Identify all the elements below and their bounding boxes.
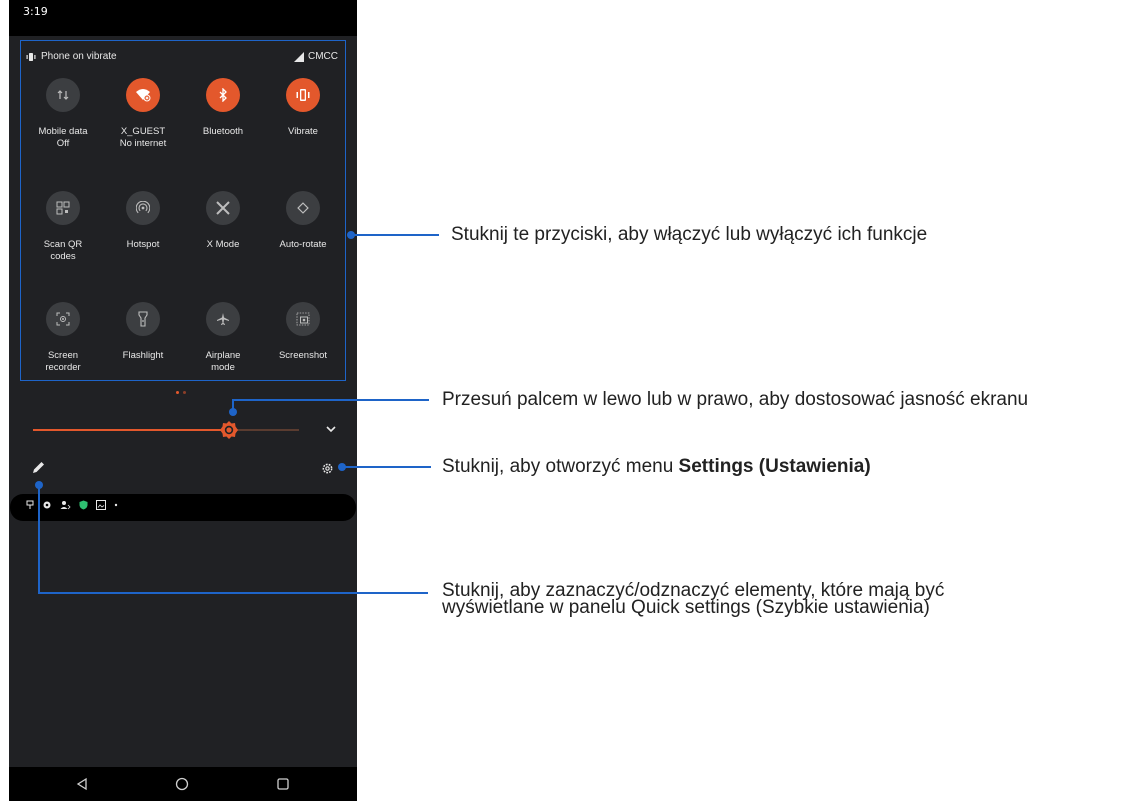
tile-label-2: No internet [119,138,167,149]
brightness-track-empty [229,429,299,431]
tile-mobile-data[interactable]: Mobile data Off [28,78,98,150]
status-time: 3:19 [23,5,48,18]
tile-label-1: X Mode [206,239,240,250]
brightness-slider-thumb[interactable] [220,421,238,439]
vibrate-status-icon [26,52,36,61]
page-dot [183,391,186,394]
tile-vibrate[interactable]: Vibrate [268,78,338,138]
tile-label-1: Screen [47,350,79,361]
tile-scan-qr[interactable]: Scan QR codes [28,191,98,263]
callout-line [232,399,429,401]
tile-wifi[interactable]: X_GUEST No internet [108,78,178,150]
tile-label-2: mode [211,362,235,373]
page-dot [176,391,179,394]
tile-auto-rotate[interactable]: Auto-rotate [268,191,338,251]
tile-x-mode[interactable]: X Mode [188,191,258,251]
bluetooth-icon [206,78,240,112]
gear-icon [43,501,51,509]
tile-label-1: Airplane [205,350,241,361]
tile-label-1: Screenshot [278,350,328,361]
callout-edit-line-2: wyświetlane w panelu Quick settings (Szy… [442,597,930,618]
shield-icon [79,500,88,510]
user-sync-icon [60,501,71,510]
callout-settings-text: Stuknij, aby otworzyć menu Settings (Ust… [442,456,871,477]
tile-label-2: recorder [45,362,81,373]
x-mode-icon [206,191,240,225]
tile-hotspot[interactable]: Hotspot [108,191,178,251]
tile-label-1: X_GUEST [120,126,166,137]
tile-label-1: Auto-rotate [279,239,327,250]
callout-brightness-text: Przesuń palcem w lewo lub w prawo, aby d… [442,389,1029,410]
callout-line [232,400,234,412]
tile-flashlight[interactable]: Flashlight [108,302,178,362]
back-icon[interactable] [75,777,89,791]
mobile-data-icon [46,78,80,112]
edit-pencil-icon[interactable] [30,460,46,476]
tile-label-1: Bluetooth [202,126,244,137]
home-icon[interactable] [175,777,189,791]
hotspot-icon [126,191,160,225]
callout-line [351,234,439,236]
carrier-status: CMCC [294,51,338,62]
signal-icon [294,51,304,62]
auto-rotate-icon [286,191,320,225]
vibrate-icon [286,78,320,112]
settings-gear-icon[interactable] [321,462,334,475]
qr-code-icon [46,191,80,225]
tile-label-2: codes [50,251,76,262]
vibrate-status-text: Phone on vibrate [41,51,117,62]
callout-line [38,592,428,594]
callout-settings-prefix: Stuknij, aby otworzyć menu [442,456,679,477]
tile-airplane-mode[interactable]: Airplane mode [188,302,258,374]
tile-label-1: Hotspot [126,239,160,250]
brightness-track-filled [33,429,229,431]
screenshot-icon [286,302,320,336]
recents-icon[interactable] [276,777,290,791]
carrier-name: CMCC [308,51,338,62]
tile-bluetooth[interactable]: Bluetooth [188,78,258,138]
screen-recorder-icon [46,302,80,336]
tile-label-1: Scan QR [43,239,83,250]
callout-tiles-text: Stuknij te przyciski, aby włączyć lub wy… [451,224,928,245]
callout-line [342,466,431,468]
tile-screen-recorder[interactable]: Screen recorder [28,302,98,374]
vibrate-status: Phone on vibrate [26,51,117,62]
tile-label-1: Vibrate [288,126,318,137]
more-dot-icon [114,503,118,507]
tile-label-1: Mobile data [38,126,88,137]
callout-edit-text: Stuknij, aby zaznaczyć/odznaczyć element… [442,581,944,618]
tile-label-2: Off [56,138,70,149]
flashlight-icon [126,302,160,336]
pin-icon [26,500,34,509]
tile-label-1: Flashlight [122,350,164,361]
page-indicator [176,391,186,394]
status-bar: 3:19 [9,0,357,36]
callout-settings-bold: Settings (Ustawienia) [678,456,871,477]
airplane-icon [206,302,240,336]
image-icon [96,500,106,510]
wifi-icon [126,78,160,112]
expand-chevron-down-icon[interactable] [325,424,337,434]
callout-line [38,485,40,593]
tile-screenshot[interactable]: Screenshot [268,302,338,362]
